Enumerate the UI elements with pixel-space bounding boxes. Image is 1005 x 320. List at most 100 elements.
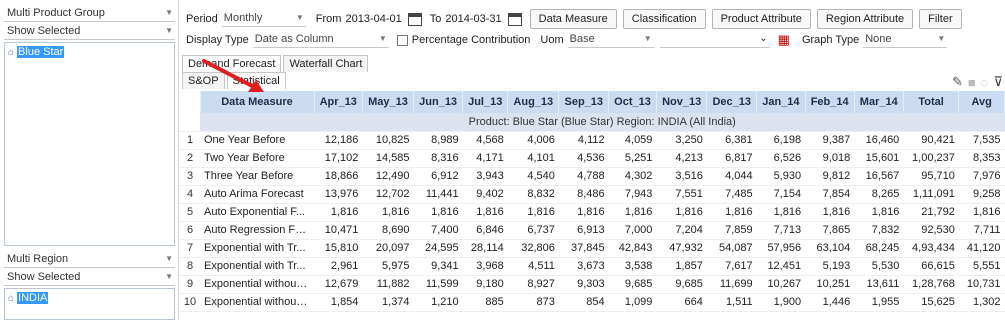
- column-header[interactable]: Aug_13: [507, 91, 560, 113]
- table-cell[interactable]: 7,859: [706, 221, 757, 240]
- save-icon[interactable]: ■: [968, 75, 976, 90]
- table-cell[interactable]: 1,955: [854, 293, 904, 312]
- table-cell[interactable]: 6,737: [507, 221, 559, 240]
- percentage-checkbox[interactable]: [396, 34, 408, 46]
- table-cell[interactable]: 14,585: [362, 149, 414, 168]
- chevron-down-icon[interactable]: ▼: [379, 34, 387, 43]
- calendar-icon[interactable]: [507, 12, 522, 26]
- table-cell[interactable]: 7,000: [608, 221, 657, 240]
- chevron-down-icon[interactable]: ▼: [644, 34, 652, 43]
- table-cell[interactable]: 92,530: [903, 221, 959, 240]
- product-list[interactable]: ⌂ Blue Star: [4, 42, 175, 246]
- table-row[interactable]: 10 Exponential without ... 1,854 1,374 1,210…: [180, 293, 1005, 312]
- table-cell[interactable]: 18,866: [314, 167, 363, 186]
- table-row[interactable]: 2 Two Year Before 17,102 14,585 8,316 4,171 4,…: [180, 149, 1005, 168]
- table-row[interactable]: 6 Auto Regression Fo... 10,471 8,690 7,400 6,…: [180, 221, 1005, 240]
- table-cell[interactable]: 4,540: [507, 167, 559, 186]
- classification-button[interactable]: Classification: [622, 9, 706, 29]
- table-cell[interactable]: 90,421: [903, 131, 959, 150]
- table-cell[interactable]: 57,956: [756, 239, 806, 258]
- table-cell[interactable]: 9,685: [656, 275, 707, 294]
- table-cell[interactable]: 12,451: [756, 257, 806, 276]
- table-cell[interactable]: 10,731: [958, 275, 1005, 294]
- column-header[interactable]: Jan_14: [756, 91, 806, 113]
- table-cell[interactable]: 3,250: [656, 131, 707, 150]
- chevron-down-icon[interactable]: ▼: [165, 26, 173, 35]
- product-attribute-button[interactable]: Product Attribute: [711, 9, 811, 29]
- table-cell[interactable]: 7,400: [413, 221, 463, 240]
- table-cell[interactable]: 32,806: [507, 239, 559, 258]
- table-cell[interactable]: 17,102: [314, 149, 363, 168]
- table-cell[interactable]: 9,258: [958, 185, 1005, 204]
- table-cell[interactable]: 1,816: [854, 203, 904, 222]
- table-cell[interactable]: 7,535: [958, 131, 1005, 150]
- table-cell[interactable]: 1,816: [608, 203, 657, 222]
- table-cell[interactable]: 4,302: [608, 167, 657, 186]
- table-cell[interactable]: 11,599: [413, 275, 463, 294]
- table-cell[interactable]: 28,114: [462, 239, 508, 258]
- table-cell[interactable]: 3,673: [558, 257, 609, 276]
- table-cell[interactable]: 664: [656, 293, 707, 312]
- table-row[interactable]: 7 Exponential with Tr... 15,810 20,097 24,59…: [180, 239, 1005, 258]
- table-cell[interactable]: 5,551: [958, 257, 1005, 276]
- table-cell[interactable]: 8,690: [362, 221, 414, 240]
- table-row[interactable]: 4 Auto Arima Forecast 13,976 12,702 11,441 9,…: [180, 185, 1005, 204]
- table-cell[interactable]: 1,816: [805, 203, 855, 222]
- table-cell[interactable]: 6,817: [706, 149, 757, 168]
- table-row[interactable]: 9 Exponential without ... 12,679 11,882 11,5…: [180, 275, 1005, 294]
- table-cell[interactable]: 7,551: [656, 185, 707, 204]
- table-cell[interactable]: 68,245: [854, 239, 904, 258]
- table-cell[interactable]: 4,511: [507, 257, 559, 276]
- table-cell[interactable]: 11,441: [413, 185, 463, 204]
- table-cell[interactable]: 63,104: [805, 239, 855, 258]
- table-cell[interactable]: 7,711: [958, 221, 1005, 240]
- table-cell[interactable]: 1,816: [507, 203, 559, 222]
- table-cell[interactable]: 1,11,091: [903, 185, 959, 204]
- to-date-input[interactable]: 2014-03-31: [445, 13, 501, 25]
- table-cell[interactable]: 7,204: [656, 221, 707, 240]
- uom-select[interactable]: Base ▼: [567, 32, 654, 48]
- table-cell[interactable]: 1,816: [756, 203, 806, 222]
- region-attribute-button[interactable]: Region Attribute: [816, 9, 914, 29]
- table-cell[interactable]: 4,044: [706, 167, 757, 186]
- table-cell[interactable]: 3,516: [656, 167, 707, 186]
- chevron-down-icon[interactable]: ▼: [937, 34, 945, 43]
- table-cell[interactable]: 1,446: [805, 293, 855, 312]
- table-cell[interactable]: 11,882: [362, 275, 414, 294]
- table-cell[interactable]: 5,193: [805, 257, 855, 276]
- table-cell[interactable]: 1,28,768: [903, 275, 959, 294]
- table-cell[interactable]: 24,595: [413, 239, 463, 258]
- table-cell[interactable]: 5,930: [756, 167, 806, 186]
- table-cell[interactable]: 8,927: [507, 275, 559, 294]
- table-cell[interactable]: 6,198: [756, 131, 806, 150]
- tab-demand-forecast[interactable]: Demand Forecast: [182, 55, 282, 72]
- extra-select[interactable]: ⌄: [659, 32, 770, 48]
- refresh-icon[interactable]: ◌: [981, 75, 989, 90]
- table-cell[interactable]: 8,265: [854, 185, 904, 204]
- table-cell[interactable]: 1,816: [958, 203, 1005, 222]
- table-cell[interactable]: 4,112: [558, 131, 609, 150]
- chevron-down-icon[interactable]: ▼: [165, 272, 173, 281]
- table-cell[interactable]: 1,099: [608, 293, 657, 312]
- column-header[interactable]: Sep_13: [558, 91, 610, 113]
- table-cell[interactable]: 3,968: [462, 257, 508, 276]
- table-cell[interactable]: 4,536: [558, 149, 609, 168]
- table-cell[interactable]: 1,816: [656, 203, 707, 222]
- graph-type-select[interactable]: None ▼: [863, 32, 948, 48]
- table-cell[interactable]: 20,097: [362, 239, 414, 258]
- table-cell[interactable]: 8,989: [413, 131, 463, 150]
- table-cell[interactable]: 1,816: [314, 203, 363, 222]
- table-cell[interactable]: 4,788: [558, 167, 609, 186]
- region-item[interactable]: ⌂ INDIA: [5, 289, 174, 307]
- table-cell[interactable]: 9,341: [413, 257, 463, 276]
- table-cell[interactable]: 7,943: [608, 185, 657, 204]
- table-cell[interactable]: 1,816: [706, 203, 757, 222]
- display-type-select[interactable]: Date as Column ▼: [252, 32, 389, 48]
- table-row[interactable]: 8 Exponential with Tr... 2,961 5,975 9,341 3,…: [180, 257, 1005, 276]
- table-cell[interactable]: 3,943: [462, 167, 508, 186]
- column-header[interactable]: Jun_13: [413, 91, 464, 113]
- region-list[interactable]: ⌂ INDIA: [4, 288, 175, 320]
- column-header[interactable]: May_13: [362, 91, 415, 113]
- tab-statistical[interactable]: Statistical: [226, 72, 286, 89]
- table-cell[interactable]: 6,912: [413, 167, 463, 186]
